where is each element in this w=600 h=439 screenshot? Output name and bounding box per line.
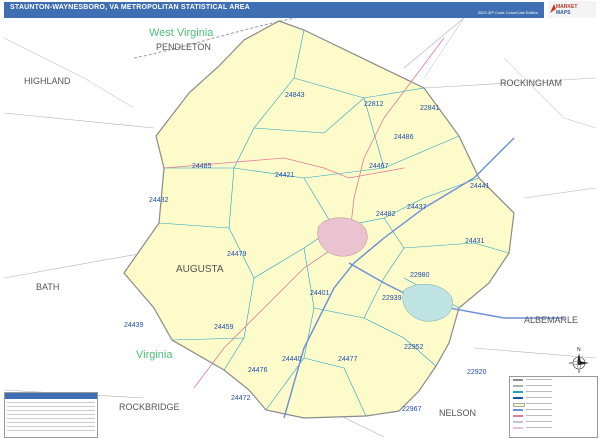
legend-row: [510, 425, 597, 431]
edition-text: 2023 ZIP Code Color/Cast Edition: [477, 10, 538, 15]
legend-row: [7, 414, 95, 415]
logo-line-2: MAPS: [556, 10, 571, 16]
legend-row: [7, 402, 95, 403]
compass-north-label: N: [577, 347, 581, 353]
zip-label: 24467: [369, 163, 389, 170]
legend-row: [7, 430, 95, 431]
map-key-legend: [509, 376, 598, 438]
zip-label: 24472: [231, 395, 251, 402]
county-label-albemarle: ALBEMARLE: [524, 315, 578, 325]
map-canvas[interactable]: West Virginia Virginia PENDLETON HIGHLAN…: [4, 18, 596, 437]
zip-label: 24439: [124, 322, 144, 329]
legend-row: [7, 426, 95, 427]
zip-label: 22920: [467, 369, 487, 376]
zip-label: 22939: [382, 295, 402, 302]
zip-label: 22952: [404, 344, 424, 351]
zip-label: 24437: [407, 204, 427, 211]
zip-label: 24485: [192, 163, 212, 170]
zip-label: 24401: [310, 290, 330, 297]
legend-row: [7, 406, 95, 407]
zip-label: 24421: [275, 172, 295, 179]
county-label-nelson: NELSON: [439, 408, 476, 418]
county-label-bath: BATH: [36, 282, 59, 292]
zip-label: 24477: [338, 356, 358, 363]
zip-list-legend-header: [5, 393, 97, 399]
map-poster: STAUNTON-WAYNESBORO, VA METROPOLITAN STA…: [0, 0, 600, 439]
county-label-augusta: AUGUSTA: [176, 264, 224, 275]
zip-list-legend: [4, 392, 98, 438]
county-label-rockingham: ROCKINGHAM: [500, 78, 562, 88]
zip-label: 24476: [248, 367, 268, 374]
zip-label: 24486: [394, 134, 414, 141]
zip-label: 24441: [470, 183, 490, 190]
zip-label: 24479: [227, 251, 247, 258]
zip-label: 22812: [364, 101, 384, 108]
zip-label: 22841: [420, 105, 440, 112]
state-label-west-virginia: West Virginia: [149, 27, 214, 39]
zip-label: 22980: [410, 272, 430, 279]
zip-label: 24482: [376, 211, 396, 218]
legend-row: [7, 418, 95, 419]
title-bar: STAUNTON-WAYNESBORO, VA METROPOLITAN STA…: [4, 2, 544, 18]
zip-label: 22967: [402, 406, 422, 413]
zip-label: 24432: [149, 197, 169, 204]
publisher-logo: MARKET MAPS: [548, 1, 596, 18]
legend-row: [7, 410, 95, 411]
map-title: STAUNTON-WAYNESBORO, VA METROPOLITAN STA…: [10, 4, 250, 11]
zip-label: 24843: [285, 92, 305, 99]
zip-label: 24459: [214, 324, 234, 331]
county-label-rockbridge: ROCKBRIDGE: [119, 402, 180, 412]
county-label-pendleton: PENDLETON: [156, 42, 211, 52]
legend-row: [7, 422, 95, 423]
zip-label: 24440: [282, 356, 302, 363]
county-label-highland: HIGHLAND: [24, 76, 71, 86]
state-label-virginia: Virginia: [136, 349, 173, 361]
zip-label: 24431: [465, 238, 485, 245]
